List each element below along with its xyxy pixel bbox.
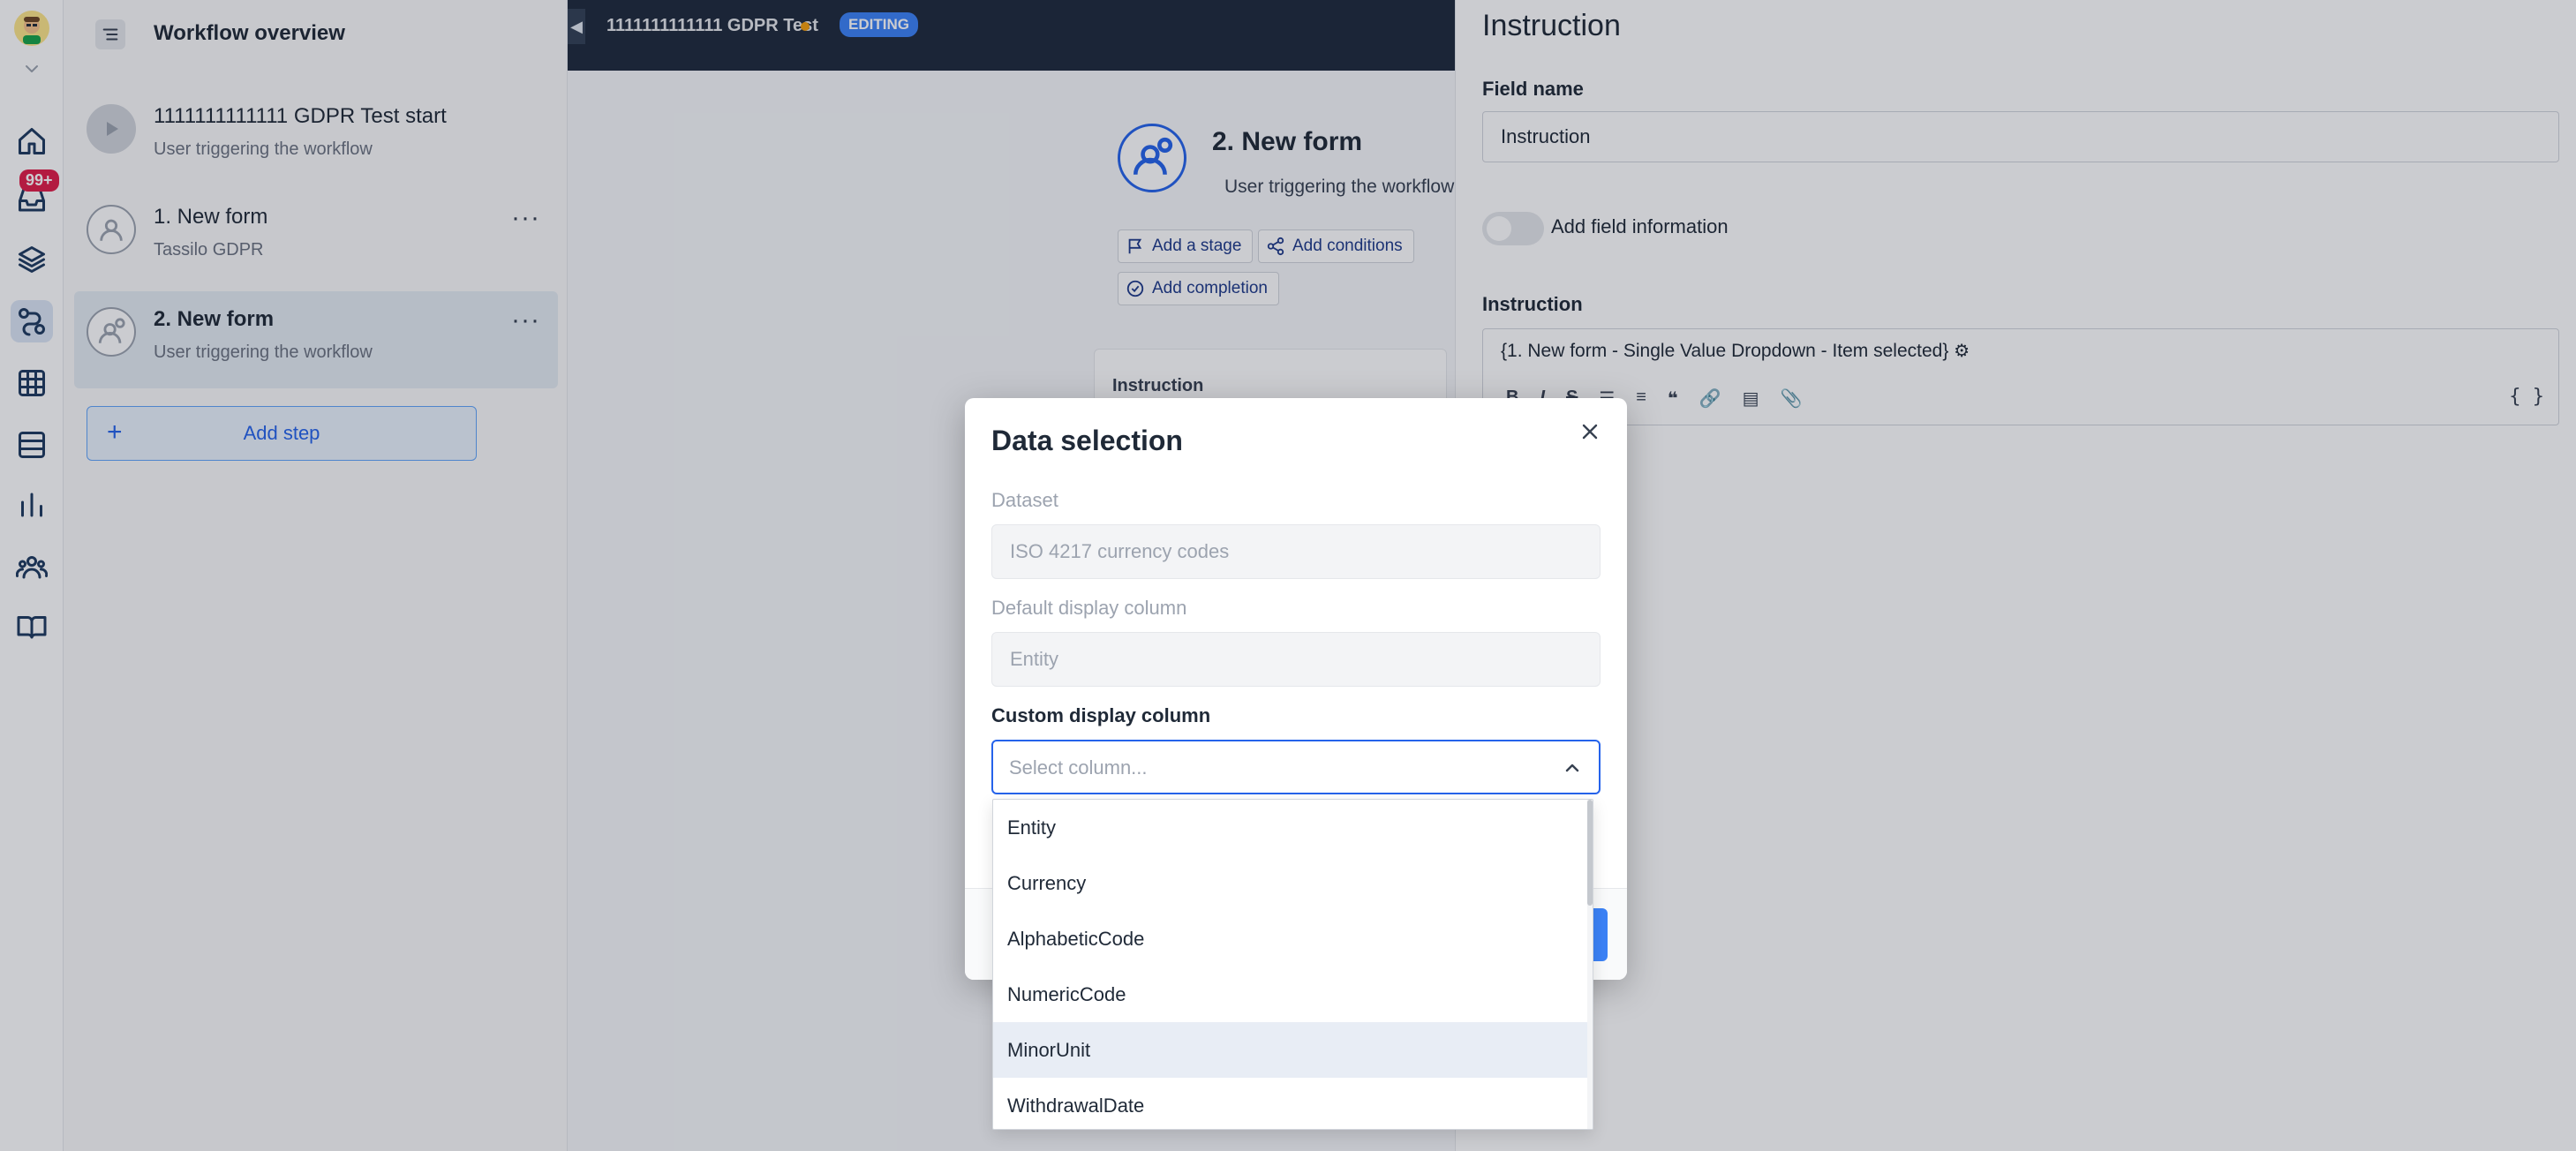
default-column-value: Entity [1010, 648, 1059, 670]
dataset-field: ISO 4217 currency codes [991, 524, 1601, 579]
dataset-value: ISO 4217 currency codes [1010, 540, 1230, 562]
option-numeric-code[interactable]: NumericCode [993, 967, 1589, 1022]
custom-column-label: Custom display column [991, 704, 1211, 726]
option-entity[interactable]: Entity [993, 800, 1589, 855]
custom-column-select[interactable] [991, 740, 1601, 794]
chevron-up-icon[interactable] [1562, 757, 1583, 779]
dialog-title: Data selection [991, 425, 1183, 456]
default-column-field: Entity [991, 632, 1601, 687]
close-button[interactable] [1572, 414, 1608, 449]
dataset-label: Dataset [991, 489, 1058, 511]
default-column-label: Default display column [991, 597, 1187, 619]
option-minor-unit[interactable]: MinorUnit [993, 1022, 1589, 1078]
option-alphabetic-code[interactable]: AlphabeticCode [993, 911, 1589, 967]
dropdown-scrollbar[interactable] [1587, 800, 1593, 1129]
option-withdrawal-date[interactable]: WithdrawalDate [993, 1078, 1589, 1129]
column-options-list: Entity Currency AlphabeticCode NumericCo… [992, 799, 1593, 1130]
option-currency[interactable]: Currency [993, 855, 1589, 911]
custom-column-input[interactable] [1009, 754, 1539, 782]
close-icon [1582, 424, 1598, 440]
